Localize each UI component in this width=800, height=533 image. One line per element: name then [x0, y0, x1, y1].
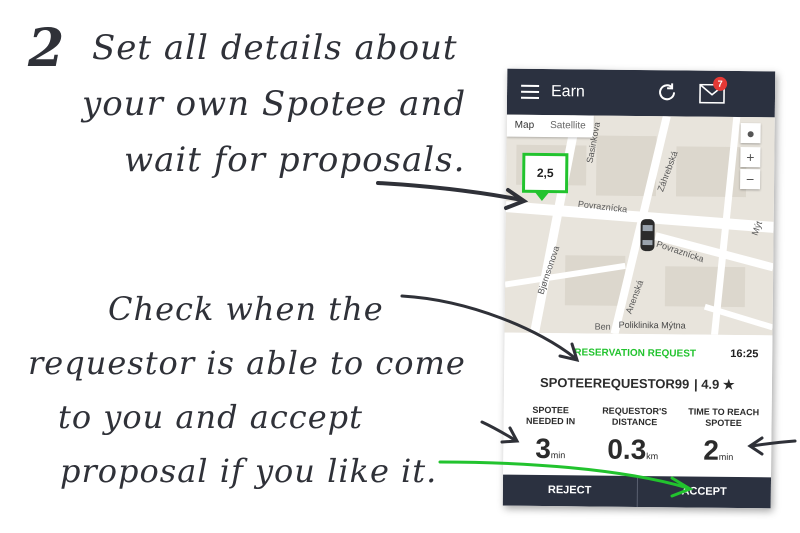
annotation-arrows	[376, 181, 797, 498]
